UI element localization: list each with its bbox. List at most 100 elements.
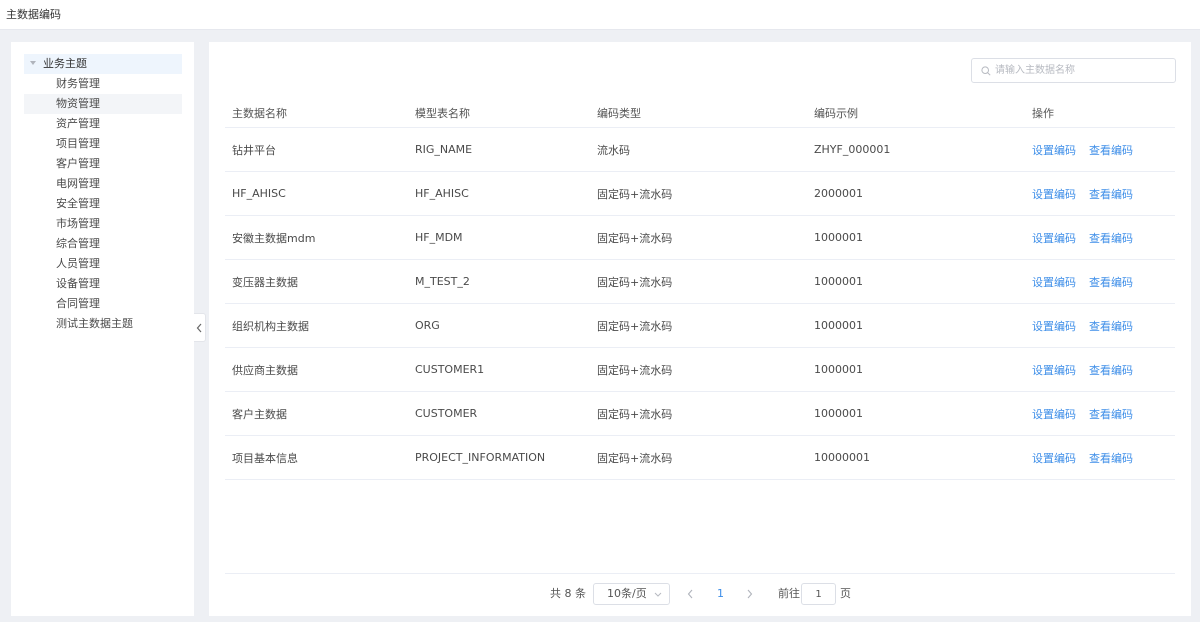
caret-down-icon[interactable]	[30, 61, 36, 65]
cell-model-table: PROJECT_INFORMATION	[415, 451, 546, 464]
page-size-value: 10条/页	[607, 587, 647, 600]
column-header-actions: 操作	[1032, 106, 1054, 120]
view-code-link[interactable]: 查看编码	[1089, 362, 1133, 378]
view-code-link[interactable]: 查看编码	[1089, 186, 1133, 202]
chevron-left-icon	[196, 323, 202, 333]
tree-root-business-topic[interactable]: 业务主题	[24, 54, 182, 74]
cell-code-type: 固定码+流水码	[597, 363, 673, 377]
table-footer-divider	[225, 573, 1175, 574]
cell-model-table: RIG_NAME	[415, 143, 473, 156]
cell-code-example: 1000001	[814, 319, 863, 332]
cell-name: 供应商主数据	[232, 363, 298, 377]
cell-model-table: M_TEST_2	[415, 275, 470, 288]
cell-name: 组织机构主数据	[232, 319, 309, 333]
cell-name: 项目基本信息	[232, 451, 298, 465]
tree-item-finance[interactable]: 财务管理	[24, 74, 182, 94]
cell-code-example: 1000001	[814, 407, 863, 420]
next-page-icon[interactable]	[746, 589, 753, 599]
cell-code-type: 固定码+流水码	[597, 451, 673, 465]
pagination: 共 8 条 10条/页 1 前往 页	[209, 582, 1191, 606]
set-code-link[interactable]: 设置编码	[1032, 274, 1076, 290]
cell-actions: 设置编码 查看编码	[1032, 436, 1146, 479]
tree-item-projects[interactable]: 项目管理	[24, 134, 182, 154]
cell-actions: 设置编码 查看编码	[1032, 348, 1146, 391]
table-row: 客户主数据 CUSTOMER 固定码+流水码 1000001 设置编码 查看编码	[225, 392, 1175, 436]
pagination-total: 共 8 条	[550, 587, 586, 600]
table-row: 钻井平台 RIG_NAME 流水码 ZHYF_000001 设置编码 查看编码	[225, 128, 1175, 172]
tree-item-customers[interactable]: 客户管理	[24, 154, 182, 174]
sidebar-collapse-button[interactable]	[194, 313, 206, 342]
tree-item-safety[interactable]: 安全管理	[24, 194, 182, 214]
goto-unit-label: 页	[840, 587, 851, 600]
view-code-link[interactable]: 查看编码	[1089, 450, 1133, 466]
view-code-link[interactable]: 查看编码	[1089, 230, 1133, 246]
top-bar: 主数据编码	[0, 0, 1200, 30]
cell-actions: 设置编码 查看编码	[1032, 172, 1146, 215]
prev-page-icon[interactable]	[687, 589, 694, 599]
search-input[interactable]	[995, 59, 1173, 82]
cell-code-type: 固定码+流水码	[597, 231, 673, 245]
set-code-link[interactable]: 设置编码	[1032, 318, 1076, 334]
cell-code-example: 2000001	[814, 187, 863, 200]
main-panel: 主数据名称 模型表名称 编码类型 编码示例 操作 钻井平台 RIG_NAME 流…	[209, 42, 1191, 616]
tree-item-market[interactable]: 市场管理	[24, 214, 182, 234]
goto-page-input[interactable]	[801, 583, 836, 605]
cell-code-example: 10000001	[814, 451, 870, 464]
master-data-table: 主数据名称 模型表名称 编码类型 编码示例 操作 钻井平台 RIG_NAME 流…	[225, 98, 1175, 480]
table-row: 安徽主数据mdm HF_MDM 固定码+流水码 1000001 设置编码 查看编码	[225, 216, 1175, 260]
column-header-model-table: 模型表名称	[415, 106, 470, 120]
cell-code-type: 固定码+流水码	[597, 275, 673, 289]
tree-item-contracts[interactable]: 合同管理	[24, 294, 182, 314]
tree-item-grid[interactable]: 电网管理	[24, 174, 182, 194]
tree-item-test-topic[interactable]: 测试主数据主题	[24, 314, 182, 334]
cell-code-example: 1000001	[814, 363, 863, 376]
tree-item-general[interactable]: 综合管理	[24, 234, 182, 254]
tree-item-assets[interactable]: 资产管理	[24, 114, 182, 134]
cell-code-type: 固定码+流水码	[597, 187, 673, 201]
tree-root-label: 业务主题	[43, 57, 87, 70]
tree-item-equipment[interactable]: 设备管理	[24, 274, 182, 294]
view-code-link[interactable]: 查看编码	[1089, 318, 1133, 334]
view-code-link[interactable]: 查看编码	[1089, 406, 1133, 422]
column-header-code-example: 编码示例	[814, 106, 858, 120]
goto-label: 前往	[778, 587, 800, 600]
search-box[interactable]	[971, 58, 1176, 83]
table-header-row: 主数据名称 模型表名称 编码类型 编码示例 操作	[225, 98, 1175, 128]
topic-tree: 业务主题 财务管理 物资管理 资产管理 项目管理 客户管理 电网管理 安全管理 …	[24, 54, 182, 334]
cell-name: 钻井平台	[232, 143, 276, 157]
cell-name: HF_AHISC	[232, 187, 286, 200]
cell-model-table: CUSTOMER1	[415, 363, 485, 376]
set-code-link[interactable]: 设置编码	[1032, 450, 1076, 466]
set-code-link[interactable]: 设置编码	[1032, 230, 1076, 246]
cell-code-example: 1000001	[814, 275, 863, 288]
cell-code-type: 固定码+流水码	[597, 407, 673, 421]
column-header-code-type: 编码类型	[597, 106, 641, 120]
set-code-link[interactable]: 设置编码	[1032, 142, 1076, 158]
table-row: 项目基本信息 PROJECT_INFORMATION 固定码+流水码 10000…	[225, 436, 1175, 480]
view-code-link[interactable]: 查看编码	[1089, 142, 1133, 158]
page-size-select[interactable]: 10条/页	[593, 583, 670, 605]
set-code-link[interactable]: 设置编码	[1032, 406, 1076, 422]
cell-actions: 设置编码 查看编码	[1032, 304, 1146, 347]
table-row: 组织机构主数据 ORG 固定码+流水码 1000001 设置编码 查看编码	[225, 304, 1175, 348]
cell-name: 变压器主数据	[232, 275, 298, 289]
sidebar: 业务主题 财务管理 物资管理 资产管理 项目管理 客户管理 电网管理 安全管理 …	[11, 42, 194, 616]
cell-code-type: 流水码	[597, 143, 630, 157]
column-header-name: 主数据名称	[232, 106, 287, 120]
page-number-current[interactable]: 1	[717, 582, 724, 606]
table-row: 供应商主数据 CUSTOMER1 固定码+流水码 1000001 设置编码 查看编…	[225, 348, 1175, 392]
cell-code-example: ZHYF_000001	[814, 143, 891, 156]
tree-item-personnel[interactable]: 人员管理	[24, 254, 182, 274]
cell-actions: 设置编码 查看编码	[1032, 128, 1146, 171]
cell-model-table: CUSTOMER	[415, 407, 478, 420]
search-icon	[981, 66, 991, 76]
cell-actions: 设置编码 查看编码	[1032, 216, 1146, 259]
cell-code-type: 固定码+流水码	[597, 319, 673, 333]
cell-model-table: ORG	[415, 319, 440, 332]
set-code-link[interactable]: 设置编码	[1032, 186, 1076, 202]
tree-item-materials[interactable]: 物资管理	[24, 94, 182, 114]
set-code-link[interactable]: 设置编码	[1032, 362, 1076, 378]
chevron-down-icon	[654, 592, 662, 597]
view-code-link[interactable]: 查看编码	[1089, 274, 1133, 290]
cell-model-table: HF_AHISC	[415, 187, 469, 200]
